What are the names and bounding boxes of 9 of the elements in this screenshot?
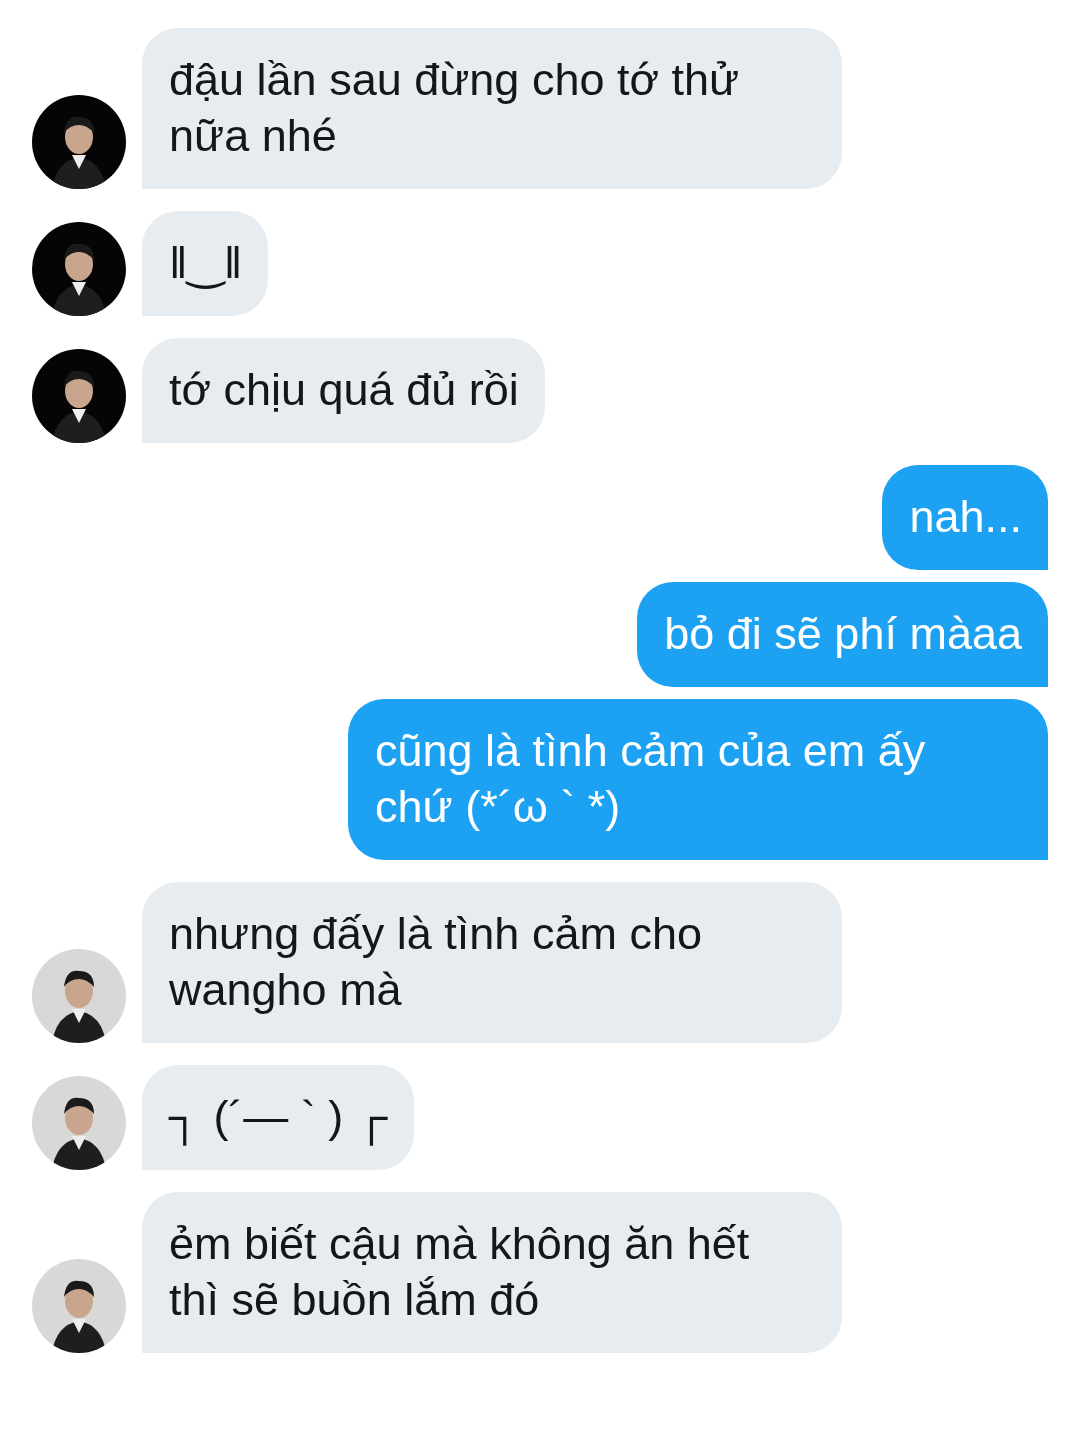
message-bubble: nhưng đấy là tình cảm cho wangho mà	[142, 882, 842, 1043]
message-bubble: cũng là tình cảm của em ấy chứ (*´ω ` *)	[348, 699, 1048, 860]
message-bubble: nah...	[882, 465, 1048, 570]
message-bubble: tớ chịu quá đủ rồi	[142, 338, 545, 443]
message-bubble: bỏ đi sẽ phí màaa	[637, 582, 1048, 687]
message-bubble: ǁ‿ǁ	[142, 211, 269, 316]
message-bubble: ẻm biết cậu mà không ăn hết thì sẽ buồn lắm đó	[142, 1192, 842, 1353]
message-bubble: ┐ (´— ` ) ┌	[142, 1065, 414, 1170]
message-bubble: đậu lần sau đừng cho tớ thử nữa nhé	[142, 28, 842, 189]
